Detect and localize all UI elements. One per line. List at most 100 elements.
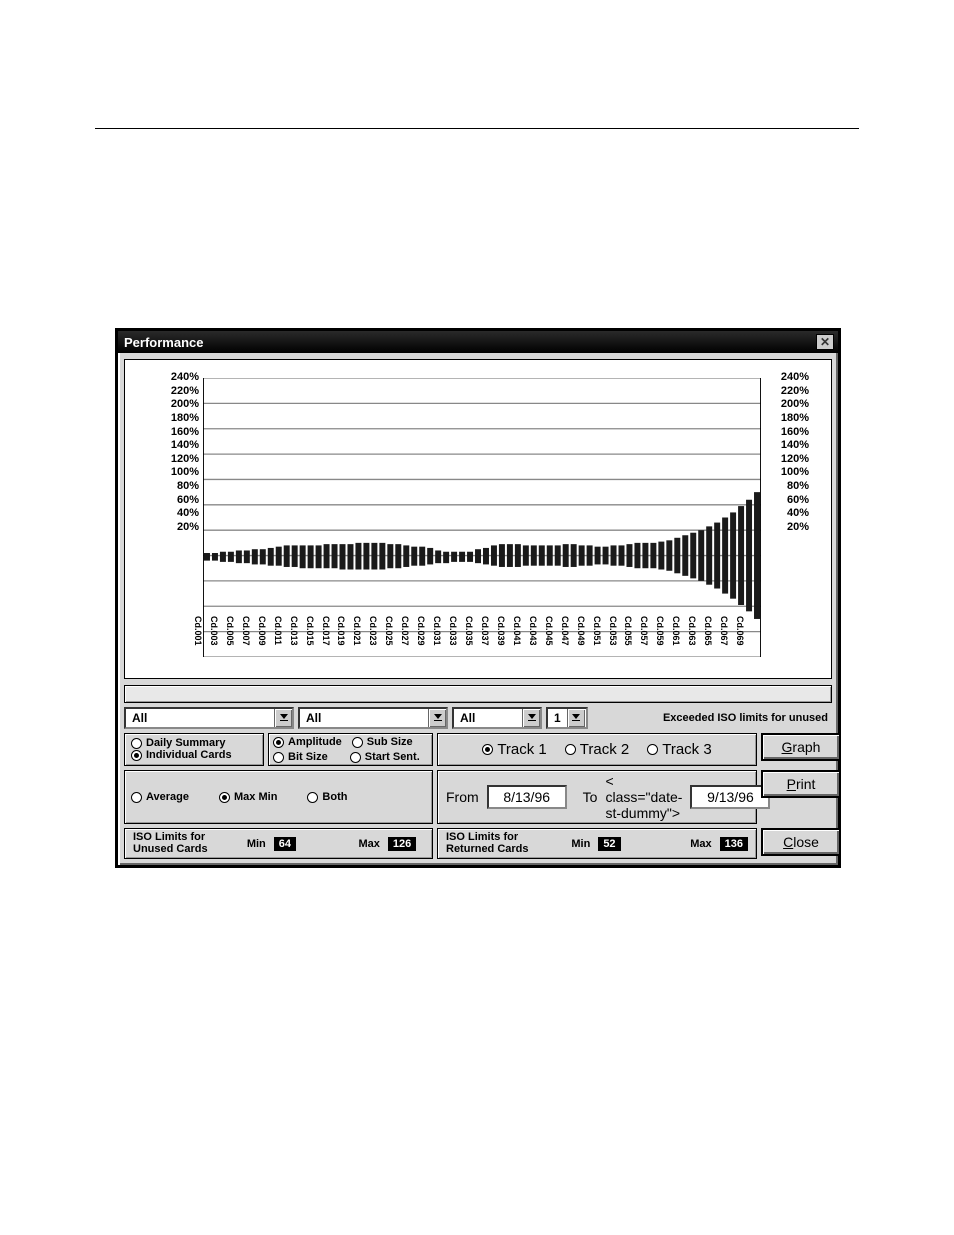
x-tick-label: Cd.037	[480, 616, 490, 646]
filter-combo-3-value: All	[454, 709, 481, 727]
y-tick-left: 140%	[161, 439, 199, 451]
dropdown-icon[interactable]	[522, 709, 540, 727]
iso-returned-min-label: Min	[571, 838, 590, 850]
iso-unused-min-value[interactable]: 64	[274, 837, 296, 851]
x-tick-label: Cd.019	[336, 616, 346, 646]
y-tick-right: 40%	[787, 507, 809, 519]
radio-bit-size[interactable]: Bit Size	[273, 751, 328, 763]
x-tick-label: Cd.051	[592, 616, 602, 646]
x-tick-label: Cd.015	[305, 616, 315, 646]
x-tick-label: Cd.013	[289, 616, 299, 646]
page-divider	[95, 128, 859, 129]
x-tick-label: Cd.009	[257, 616, 267, 646]
radio-start-sent[interactable]: Start Sent.	[350, 751, 420, 763]
iso-returned-panel: ISO Limits for Returned Cards Min 52 Max…	[437, 828, 757, 859]
x-tick-label: Cd.029	[416, 616, 426, 646]
y-tick-left: 200%	[161, 398, 199, 410]
x-tick-label: Cd.031	[432, 616, 442, 646]
x-tick-label: Cd.049	[576, 616, 586, 646]
x-tick-label: Cd.061	[671, 616, 681, 646]
graph-button[interactable]: Graph	[761, 733, 841, 761]
filter-combo-2[interactable]: All	[298, 707, 448, 729]
metric-group-panel: Amplitude Sub Size Bit Size Start Sent.	[268, 733, 433, 766]
y-tick-right: 240%	[781, 371, 809, 383]
iso-returned-title: ISO Limits for Returned Cards	[446, 832, 529, 855]
radio-max-min[interactable]: Max Min	[219, 774, 277, 820]
y-tick-left: 80%	[161, 480, 199, 492]
window-title: Performance	[124, 335, 203, 350]
y-tick-right: 120%	[781, 453, 809, 465]
iso-unused-max-label: Max	[358, 838, 379, 850]
y-tick-left: 100%	[161, 466, 199, 478]
radio-average[interactable]: Average	[131, 774, 189, 820]
status-bar	[124, 685, 832, 703]
iso-returned-min-value[interactable]: 52	[598, 837, 620, 851]
radio-amplitude[interactable]: Amplitude	[273, 736, 342, 748]
x-tick-label: Cd.047	[560, 616, 570, 646]
x-tick-label: Cd.025	[384, 616, 394, 646]
y-tick-left: 20%	[161, 521, 199, 533]
view-group-panel: Daily Summary Individual Cards	[124, 733, 264, 766]
iso-returned-max-value[interactable]: 136	[720, 837, 748, 851]
radio-daily-summary[interactable]: Daily Summary	[131, 737, 257, 749]
filter-combo-1[interactable]: All	[124, 707, 294, 729]
y-tick-right: 20%	[787, 521, 809, 533]
y-tick-left: 220%	[161, 385, 199, 397]
x-tick-label: Cd.035	[464, 616, 474, 646]
filter-combo-3[interactable]: All	[452, 707, 542, 729]
close-icon[interactable]: ✕	[816, 334, 834, 350]
to-date-input[interactable]: 9/13/96	[690, 785, 770, 809]
filter-combo-4[interactable]: 1	[546, 707, 588, 729]
y-tick-left: 180%	[161, 412, 199, 424]
filter-combo-2-value: All	[300, 709, 327, 727]
radio-individual-cards[interactable]: Individual Cards	[131, 749, 257, 761]
radio-track-3[interactable]: Track 3	[647, 741, 711, 758]
x-tick-label: Cd.053	[608, 616, 618, 646]
y-tick-left: 240%	[161, 371, 199, 383]
to-label: To	[583, 789, 598, 805]
titlebar: Performance ✕	[118, 331, 838, 353]
y-tick-left: 160%	[161, 426, 199, 438]
radio-sub-size[interactable]: Sub Size	[352, 736, 413, 748]
y-tick-right: 140%	[781, 439, 809, 451]
filter-combo-4-value: 1	[548, 709, 567, 727]
y-tick-left: 120%	[161, 453, 199, 465]
y-tick-left: 40%	[161, 507, 199, 519]
x-tick-label: Cd.001	[193, 616, 203, 646]
x-tick-label: Cd.023	[368, 616, 378, 646]
y-tick-right: 180%	[781, 412, 809, 424]
exceeded-label: Exceeded ISO limits for unused	[592, 712, 832, 724]
filter-combo-1-value: All	[126, 709, 153, 727]
x-tick-label: Cd.039	[496, 616, 506, 646]
dropdown-icon[interactable]	[274, 709, 292, 727]
x-tick-label: Cd.059	[655, 616, 665, 646]
radio-track-1[interactable]: Track 1	[482, 741, 546, 758]
radio-track-2[interactable]: Track 2	[565, 741, 629, 758]
x-tick-label: Cd.043	[528, 616, 538, 646]
x-tick-label: Cd.007	[241, 616, 251, 646]
iso-unused-max-value[interactable]: 126	[388, 837, 416, 851]
x-tick-label: Cd.017	[321, 616, 331, 646]
x-tick-label: Cd.041	[512, 616, 522, 646]
x-tick-label: Cd.065	[703, 616, 713, 646]
x-tick-label: Cd.055	[623, 616, 633, 646]
from-date-input[interactable]: 8/13/96	[487, 785, 567, 809]
y-tick-right: 80%	[787, 480, 809, 492]
from-label: From	[446, 789, 479, 805]
track-group-panel: Track 1 Track 2 Track 3	[437, 733, 757, 766]
x-tick-label: Cd.027	[400, 616, 410, 646]
print-button[interactable]: Print	[761, 770, 841, 798]
close-button[interactable]: Close	[761, 828, 841, 856]
performance-window: Performance ✕ Cd.001Cd.003Cd.005Cd.007Cd…	[115, 328, 841, 868]
dropdown-icon[interactable]	[428, 709, 446, 727]
x-tick-label: Cd.063	[687, 616, 697, 646]
iso-unused-panel: ISO Limits for Unused Cards Min 64 Max 1…	[124, 828, 433, 859]
dropdown-icon[interactable]	[567, 709, 585, 727]
radio-both[interactable]: Both	[307, 774, 347, 820]
y-tick-right: 160%	[781, 426, 809, 438]
y-tick-right: 60%	[787, 494, 809, 506]
x-tick-label: Cd.057	[639, 616, 649, 646]
x-tick-label: Cd.011	[273, 616, 283, 645]
x-tick-label: Cd.069	[735, 616, 745, 646]
stat-group-panel: Average Max Min Both	[124, 770, 433, 824]
